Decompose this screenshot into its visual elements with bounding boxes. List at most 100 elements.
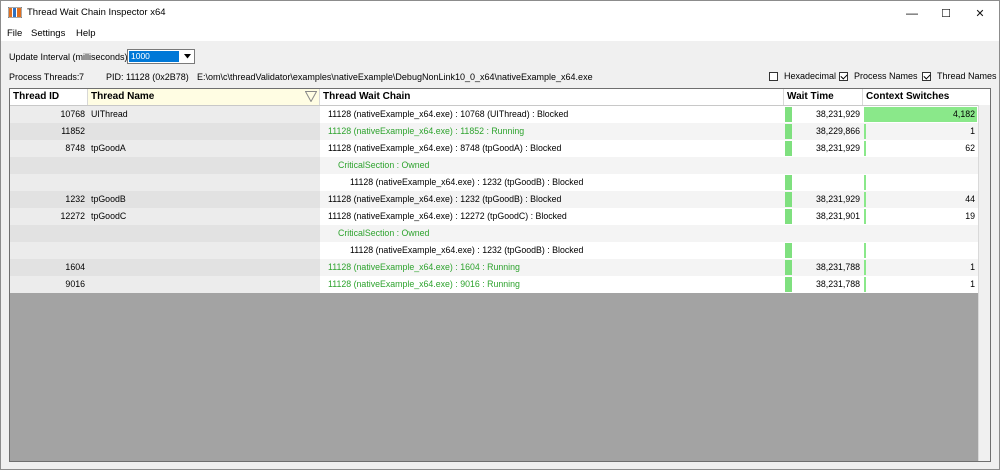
thread-name-cell: [88, 259, 320, 276]
wait-chain-cell: 11128 (nativeExample_x64.exe) : 1604 : R…: [320, 259, 784, 276]
table-row[interactable]: 12272 tpGoodC 11128 (nativeExample_x64.exe…: [10, 208, 978, 225]
menu-file[interactable]: File: [7, 28, 22, 39]
table-row[interactable]: 1232 tpGoodB 11128 (nativeExample_x64.exe)…: [10, 191, 978, 208]
wait-time-cell: 38,231,929: [784, 191, 863, 208]
thread-name-cell: tpGoodA: [88, 140, 320, 157]
context-switches-value: 62: [965, 143, 975, 153]
table-row[interactable]: 1604 11128 (nativeExample_x64.exe) : 1604…: [10, 259, 978, 276]
menu-help[interactable]: Help: [76, 28, 96, 39]
context-switches-cell: [863, 174, 978, 191]
wait-time-value: 38,231,901: [815, 211, 860, 221]
context-switches-cell: 1: [863, 123, 978, 140]
wait-time-cell: 38,231,929: [784, 106, 863, 123]
window-title: Thread Wait Chain Inspector x64: [27, 7, 166, 18]
thread-name-cell: [88, 276, 320, 293]
column-context-switches[interactable]: Context Switches: [863, 89, 990, 105]
wait-time-value: 38,231,929: [815, 109, 860, 119]
thread-names-label: Thread Names: [937, 71, 997, 81]
thread-id-cell: 11852: [10, 123, 88, 140]
column-thread-id[interactable]: Thread ID: [10, 89, 88, 105]
wait-time-cell: 38,231,929: [784, 140, 863, 157]
wait-chain-cell: 11128 (nativeExample_x64.exe) : 1232 (tp…: [320, 242, 784, 259]
thread-id-cell: [10, 157, 88, 174]
context-switches-value: 1: [970, 262, 975, 272]
wait-time-cell: 38,231,788: [784, 259, 863, 276]
context-switches-bar: [864, 141, 866, 156]
thread-names-checkbox-box[interactable]: [922, 71, 931, 81]
title-bar[interactable]: Thread Wait Chain Inspector x64 — ☐ ✕: [1, 1, 999, 25]
context-switches-cell: 1: [863, 276, 978, 293]
process-threads-label: Process Threads:: [9, 72, 80, 82]
wait-time-value: 38,231,929: [815, 143, 860, 153]
thread-name-cell: [88, 123, 320, 140]
thread-id-cell: 8748: [10, 140, 88, 157]
thread-id-cell: [10, 242, 88, 259]
table-row[interactable]: 11852 11128 (nativeExample_x64.exe) : 118…: [10, 123, 978, 140]
process-names-label: Process Names: [854, 71, 918, 81]
table-row[interactable]: 11128 (nativeExample_x64.exe) : 1232 (tp…: [10, 242, 978, 259]
wait-time-cell: [784, 242, 863, 259]
wait-time-cell: [784, 174, 863, 191]
column-thread-wait-chain[interactable]: Thread Wait Chain: [320, 89, 784, 105]
thread-name-cell: [88, 174, 320, 191]
context-switches-value: 4,182: [952, 109, 975, 119]
process-names-checkbox-box[interactable]: [839, 71, 848, 81]
thread-names-checkbox[interactable]: Thread Names: [922, 71, 997, 81]
wait-time-value: 38,229,866: [815, 126, 860, 136]
wait-chain-cell: 11128 (nativeExample_x64.exe) : 11852 : …: [320, 123, 784, 140]
thread-name-cell: tpGoodB: [88, 191, 320, 208]
process-names-checkbox[interactable]: Process Names: [839, 71, 918, 81]
thread-id-cell: [10, 174, 88, 191]
update-interval-select[interactable]: 1000: [127, 49, 195, 64]
context-switches-cell: [863, 157, 978, 174]
wait-time-bar: [785, 277, 792, 292]
table-row[interactable]: CriticalSection : Owned: [10, 225, 978, 242]
context-switches-bar: [864, 175, 866, 190]
thread-name-cell: tpGoodC: [88, 208, 320, 225]
context-switches-bar: [864, 192, 866, 207]
context-switches-value: 1: [970, 126, 975, 136]
thread-grid[interactable]: Thread ID Thread Name Thread Wait Chain …: [9, 88, 991, 462]
menu-settings[interactable]: Settings: [31, 28, 65, 39]
table-row[interactable]: 10768 UIThread 11128 (nativeExample_x64.ex…: [10, 106, 978, 123]
thread-name-cell: [88, 157, 320, 174]
wait-chain-cell: 11128 (nativeExample_x64.exe) : 9016 : R…: [320, 276, 784, 293]
hexadecimal-checkbox-box[interactable]: [769, 71, 778, 81]
wait-time-bar: [785, 260, 792, 275]
update-interval-label: Update Interval (milliseconds):: [9, 52, 131, 62]
sort-descending-icon: [305, 91, 317, 102]
column-thread-name-label: Thread Name: [91, 91, 155, 102]
update-interval-value: 1000: [129, 51, 179, 62]
context-switches-bar: [864, 277, 866, 292]
grid-header: Thread ID Thread Name Thread Wait Chain …: [10, 89, 990, 106]
context-switches-cell: [863, 242, 978, 259]
wait-time-value: 38,231,788: [815, 262, 860, 272]
table-row[interactable]: 11128 (nativeExample_x64.exe) : 1232 (tp…: [10, 174, 978, 191]
wait-chain-cell: CriticalSection : Owned: [320, 225, 784, 242]
chevron-down-icon[interactable]: [181, 50, 194, 63]
close-button[interactable]: ✕: [957, 1, 999, 25]
wait-chain-cell: 11128 (nativeExample_x64.exe) : 10768 (U…: [320, 106, 784, 123]
context-switches-value: 44: [965, 194, 975, 204]
wait-time-bar: [785, 141, 792, 156]
thread-id-cell: [10, 225, 88, 242]
vertical-scrollbar[interactable]: [978, 105, 990, 461]
context-switches-cell: 44: [863, 191, 978, 208]
wait-chain-cell: 11128 (nativeExample_x64.exe) : 8748 (tp…: [320, 140, 784, 157]
wait-chain-cell: 11128 (nativeExample_x64.exe) : 12272 (t…: [320, 208, 784, 225]
column-wait-time[interactable]: Wait Time: [784, 89, 863, 105]
thread-id-cell: 12272: [10, 208, 88, 225]
column-thread-name[interactable]: Thread Name: [88, 89, 320, 105]
wait-time-cell: 38,231,901: [784, 208, 863, 225]
table-row[interactable]: 9016 11128 (nativeExample_x64.exe) : 9016…: [10, 276, 978, 293]
context-switches-bar: [864, 209, 866, 224]
hexadecimal-checkbox[interactable]: Hexadecimal: [769, 71, 836, 81]
context-switches-value: 1: [970, 279, 975, 289]
table-row[interactable]: 8748 tpGoodA 11128 (nativeExample_x64.exe)…: [10, 140, 978, 157]
wait-time-cell: 38,229,866: [784, 123, 863, 140]
thread-id-cell: 10768: [10, 106, 88, 123]
thread-name-cell: UIThread: [88, 106, 320, 123]
context-switches-cell: 1: [863, 259, 978, 276]
context-switches-value: 19: [965, 211, 975, 221]
table-row[interactable]: CriticalSection : Owned: [10, 157, 978, 174]
